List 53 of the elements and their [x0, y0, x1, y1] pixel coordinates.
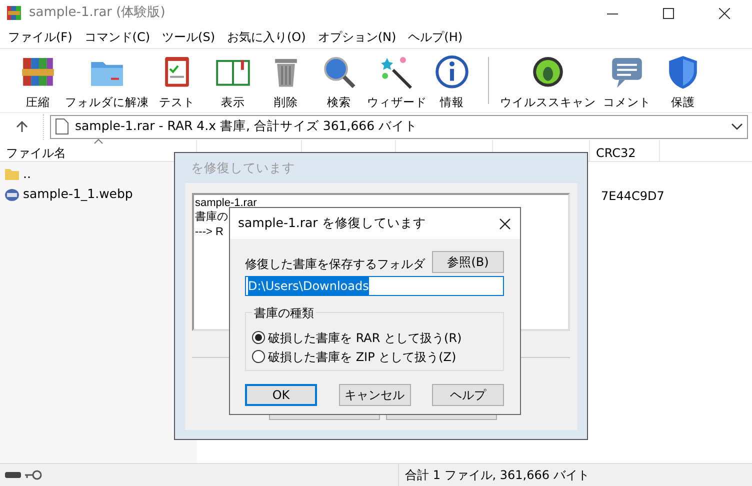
radio-label[interactable]: 破損した書庫を ZIP として扱う(Z)	[268, 348, 456, 366]
toolbar-button[interactable]: 圧縮	[12, 49, 64, 112]
maximize-icon	[662, 8, 674, 18]
crc-cell-text: 7E44C9D7	[601, 188, 664, 205]
radio-button[interactable]	[252, 350, 265, 363]
menu-item[interactable]: ツール(S)	[156, 28, 221, 46]
info-icon	[434, 54, 470, 90]
toolbar-button[interactable]: 削除	[262, 49, 310, 112]
status-text: 合計 1 ファイル, 361,666 バイト	[405, 467, 590, 484]
address-combobox[interactable]: sample-1.rar - RAR 4.x 書庫, 合計サイズ 361,666 バイト	[50, 114, 748, 138]
toolbar-button[interactable]: 検索	[310, 49, 368, 112]
toolbar-button[interactable]: 情報	[426, 49, 478, 112]
toolbar-button[interactable]: フォルダに解凍	[64, 49, 150, 112]
radio-label[interactable]: 破損した書庫を RAR として扱う(R)	[268, 328, 462, 346]
window-title: sample-1.rar (体験版)	[29, 4, 166, 22]
books-icon	[6, 5, 22, 21]
toolbar-button[interactable]: ウイルススキャン	[499, 49, 597, 112]
toolbar-button[interactable]: 保護	[657, 49, 709, 112]
dialog-title: sample-1.rar を修復しています	[238, 214, 427, 232]
menu-item[interactable]: ファイル(F)	[2, 28, 78, 46]
column-header[interactable]: CRC32	[590, 140, 660, 161]
up-arrow-icon	[16, 120, 28, 132]
file-name[interactable]: sample-1_1.webp	[23, 184, 133, 204]
dialog-button[interactable]: OK	[245, 384, 317, 406]
magnifier-icon	[321, 54, 357, 90]
dialog-button[interactable]: キャンセル	[338, 384, 410, 406]
folder-icon	[4, 166, 20, 182]
log-line: 書庫の	[195, 210, 228, 225]
dialog-button[interactable]: ヘルプ	[432, 384, 504, 406]
close-icon	[499, 218, 511, 230]
menu-item[interactable]: オプション(N)	[312, 28, 402, 46]
browse-button[interactable]: 参照(B)	[432, 251, 504, 273]
dialog-title: を修復しています	[190, 158, 296, 177]
radio-button[interactable]	[252, 331, 265, 344]
menu-item[interactable]: お気に入り(O)	[221, 28, 312, 46]
field-label: 修復した書庫を保存するフォルダ	[245, 256, 425, 273]
drive-icon	[4, 470, 22, 480]
close-icon	[718, 8, 730, 18]
toolbar-button[interactable]: ウィザード	[368, 49, 426, 112]
toolbar-button[interactable]: コメント	[597, 49, 657, 112]
chevron-down-icon	[731, 122, 743, 130]
log-line: ---> R	[195, 224, 224, 239]
menu-item[interactable]: ヘルプ(H)	[402, 28, 469, 46]
log-line: sample-1.rar	[195, 196, 257, 210]
key-icon	[24, 469, 42, 481]
file-name[interactable]: ..	[23, 164, 31, 184]
toolbar-button[interactable]: 表示	[204, 49, 262, 112]
menu-item[interactable]: コマンド(C)	[78, 28, 156, 46]
toolbar-button[interactable]: テスト	[150, 49, 204, 112]
folder-field[interactable]: D:\Users\Downloads	[245, 276, 504, 296]
magic-wand-icon	[379, 54, 415, 90]
document-icon	[55, 118, 69, 135]
group-label: 書庫の種類	[252, 304, 316, 322]
